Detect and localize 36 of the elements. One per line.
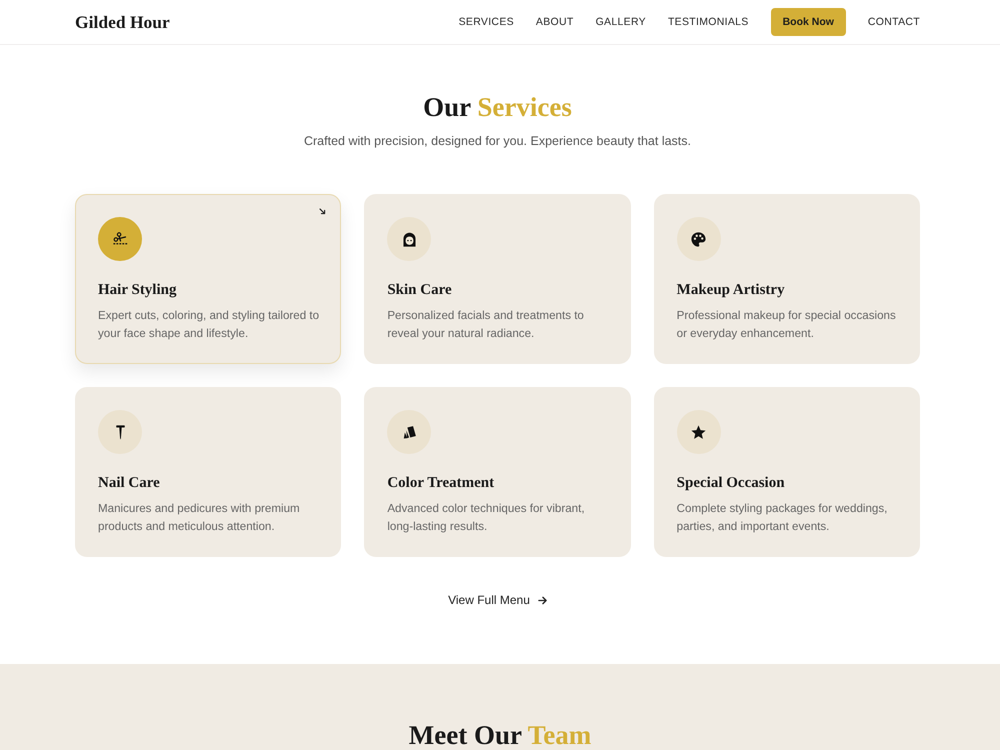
arrow-icon	[319, 208, 326, 215]
nav-link[interactable]: SERVICES	[458, 16, 514, 28]
section-title: Our Services	[422, 91, 573, 124]
card-title: Makeup Artistry	[676, 281, 786, 300]
card-description: Expert cuts, coloring, and styling tailored to your face shape and lifestyle.	[98, 308, 320, 342]
section-subtitle: Crafted with precision, designed for you. Experience beauty that lasts.	[302, 134, 692, 148]
service-card[interactable]: Nail Care Manicures and pedicures with premium products and meticulous attention.	[75, 387, 342, 557]
card-description: Complete styling packages for weddings, parties, and important events.	[676, 501, 888, 535]
card-description: Personalized facials and treatments to reveal your natural radiance.	[387, 308, 585, 342]
service-card[interactable]: Special Occasion Complete styling packages for weddings, parties, and important events.	[654, 387, 920, 557]
arrow-icon	[538, 596, 547, 604]
nav-link[interactable]: GALLERY	[596, 16, 646, 28]
card-title: Skin Care	[387, 281, 453, 300]
book-now-button[interactable]: Book Now	[770, 8, 846, 36]
swatch-icon	[387, 410, 432, 454]
card-title: Color Treatment	[387, 474, 496, 493]
section-title: Meet Our Team	[408, 719, 592, 750]
palette-icon	[676, 217, 721, 261]
service-card[interactable]: Color Treatment Advanced color techniques for vibrant, long-lasting results.	[364, 387, 631, 557]
service-card[interactable]: Skin Care Personalized facials and treatments to reveal your natural radiance.	[364, 194, 631, 364]
card-description: Manicures and pedicures with premium products and meticulous attention.	[98, 501, 301, 535]
logo[interactable]: Gilded Hour	[75, 12, 170, 32]
service-card[interactable]: Makeup Artistry Professional makeup for special occasions or everyday enhancement.	[654, 194, 920, 364]
view-menu-link[interactable]: View Full Menu	[448, 593, 530, 607]
card-description: Advanced color techniques for vibrant, long-lasting results.	[387, 501, 586, 535]
card-title: Hair Styling	[98, 281, 178, 300]
card-title: Nail Care	[98, 474, 161, 493]
card-description: Professional makeup for special occasions or everyday enhancement.	[676, 308, 897, 342]
scissors-icon	[98, 217, 142, 261]
nav-link[interactable]: CONTACT	[868, 16, 920, 28]
face-icon	[387, 217, 432, 261]
service-card[interactable]: Hair Styling Expert cuts, coloring, and styling tailored to your face shape and lifestyle.	[75, 194, 342, 364]
card-title: Special Occasion	[676, 474, 786, 493]
nail-icon	[98, 410, 142, 454]
nav-link[interactable]: TESTIMONIALS	[668, 16, 749, 28]
nav-link[interactable]: ABOUT	[536, 16, 574, 28]
